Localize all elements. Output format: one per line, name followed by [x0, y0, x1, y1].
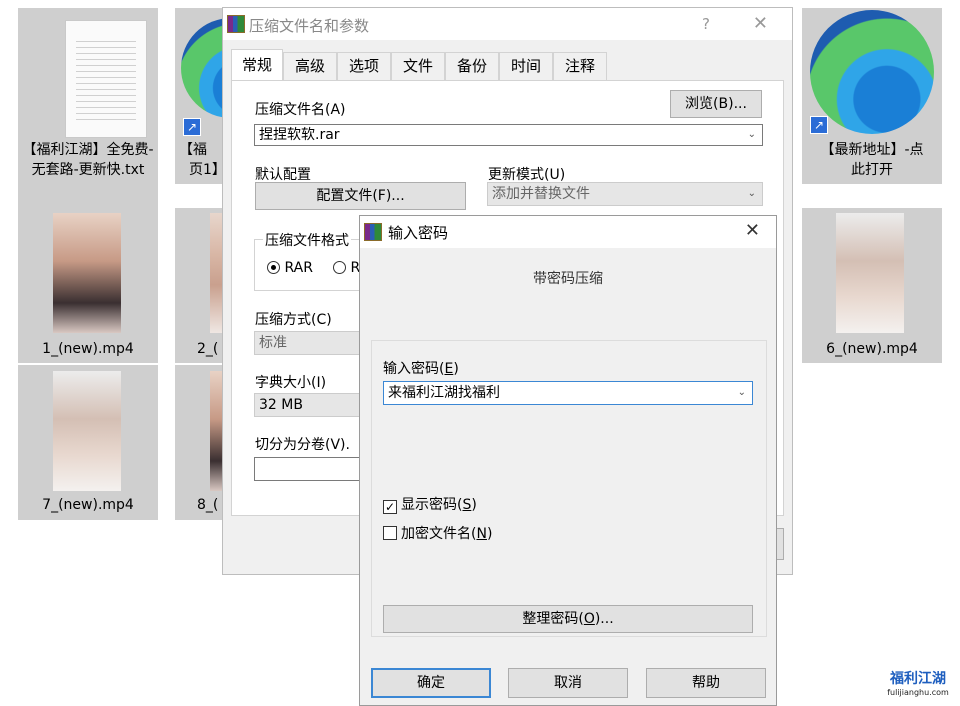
format-rar-radio[interactable]: RAR [267, 260, 313, 276]
format-other-radio[interactable]: R [333, 260, 360, 276]
browse-button[interactable]: 浏览(B)... [670, 90, 762, 118]
tab-files[interactable]: 文件 [391, 52, 445, 80]
tab-time[interactable]: 时间 [499, 52, 553, 80]
desktop-item-video-6[interactable]: 6_(new).mp4 [802, 208, 942, 363]
desktop-item-label: 1_(new).mp4 [42, 341, 134, 357]
dictionary-size-select[interactable]: 32 MB [254, 393, 364, 417]
dialog-subtitle: 带密码压缩 [533, 271, 603, 287]
window-titlebar[interactable]: 压缩文件名和参数 ? ✕ [223, 8, 792, 40]
chevron-down-icon[interactable]: ⌄ [748, 125, 756, 145]
video-thumbnail [53, 371, 121, 491]
password-input[interactable]: 来福利江湖找福利 ⌄ [383, 381, 753, 405]
split-volumes-label: 切分为分卷(V). [255, 437, 350, 453]
dictionary-size-label: 字典大小(I) [255, 375, 327, 391]
archive-name-input[interactable]: 捏捏软软.rar ⌄ [254, 124, 763, 146]
chevron-down-icon: ⌄ [747, 188, 756, 199]
video-thumbnail [53, 213, 121, 333]
password-value: 来福利江湖找福利 [388, 385, 500, 401]
edge-browser-icon [810, 10, 934, 134]
tab-options[interactable]: 选项 [337, 52, 391, 80]
help-button[interactable]: 帮助 [646, 668, 766, 698]
format-rar-label: RAR [284, 260, 313, 276]
desktop-item-label: 【福 [179, 142, 207, 158]
site-watermark-logo: 福利江湖 fulijianghu.com [878, 668, 958, 702]
desktop-item-video-2[interactable]: 2_( [175, 208, 223, 363]
archive-name-label: 压缩文件名(A) [255, 102, 346, 118]
organize-passwords-button[interactable]: 整理密码(O)... [383, 605, 753, 633]
enter-password-label: 输入密码(E) [383, 361, 459, 377]
edge-browser-icon [181, 18, 223, 118]
desktop-item-label: 7_(new).mp4 [42, 497, 134, 513]
cancel-button[interactable]: 取消 [508, 668, 628, 698]
desktop-item-label: 6_(new).mp4 [826, 341, 918, 357]
chevron-down-icon[interactable]: ⌄ [738, 382, 746, 404]
radio-selected-icon [267, 261, 280, 274]
archive-format-label: 压缩文件格式 [263, 230, 351, 250]
tab-comment[interactable]: 注释 [553, 52, 607, 80]
close-icon[interactable]: ✕ [753, 13, 768, 34]
desktop-item-label: 2_( [197, 341, 219, 357]
update-mode-select[interactable]: 添加并替换文件 ⌄ [487, 182, 763, 206]
winrar-icon [364, 223, 382, 241]
watermark-url: fulijianghu.com [887, 688, 949, 697]
desktop-item-label: 【福利江湖】全免费-无套路-更新快.txt [22, 142, 154, 178]
checkbox-checked-icon: ✓ [383, 500, 397, 514]
split-volumes-input[interactable] [254, 457, 364, 481]
help-icon[interactable]: ? [702, 15, 710, 33]
shortcut-arrow-icon: ↗ [183, 118, 201, 136]
tab-advanced[interactable]: 高级 [283, 52, 337, 80]
ok-button[interactable]: 确定 [371, 668, 491, 698]
video-thumbnail [836, 213, 904, 333]
compression-method-value: 标准 [259, 335, 287, 351]
text-file-icon [65, 20, 147, 138]
shortcut-arrow-icon: ↗ [810, 116, 828, 134]
desktop-item-video-1[interactable]: 1_(new).mp4 [18, 208, 158, 363]
window-title: 压缩文件名和参数 [249, 17, 370, 35]
show-password-checkbox[interactable]: ✓ 显示密码(S) [383, 494, 477, 514]
default-profile-label: 默认配置 [255, 167, 311, 183]
checkbox-unchecked-icon [383, 526, 397, 540]
update-mode-value: 添加并替换文件 [492, 186, 590, 202]
desktop-item-label: 页1】 [189, 162, 223, 178]
archive-name-value: 捏捏软软.rar [259, 127, 340, 143]
tab-general[interactable]: 常规 [231, 49, 283, 81]
archive-format-group: 压缩文件格式 RAR R [254, 230, 374, 291]
profiles-button[interactable]: 配置文件(F)... [255, 182, 466, 210]
tab-backup[interactable]: 备份 [445, 52, 499, 80]
password-panel: 输入密码(E) 来福利江湖找福利 ⌄ ✓ 显示密码(S) 加密文件名(N) 整理密… [371, 340, 767, 637]
watermark-title: 福利江湖 [890, 671, 946, 687]
compression-method-select[interactable]: 标准 [254, 331, 364, 355]
winrar-icon [227, 15, 245, 33]
desktop-item-video-8[interactable]: 8_( [175, 365, 223, 520]
radio-unselected-icon [333, 261, 346, 274]
enter-password-dialog: 输入密码 ✕ 带密码压缩 输入密码(E) 来福利江湖找福利 ⌄ ✓ 显示密码(S)… [359, 215, 777, 706]
main-window-button-edge [776, 528, 784, 560]
dictionary-size-value: 32 MB [259, 397, 303, 413]
close-icon[interactable]: ✕ [745, 220, 760, 241]
desktop-item-video-7[interactable]: 7_(new).mp4 [18, 365, 158, 520]
compression-method-label: 压缩方式(C) [255, 312, 332, 328]
dialog-titlebar[interactable]: 输入密码 ✕ [360, 216, 776, 248]
desktop-item-txt[interactable]: 【福利江湖】全免费-无套路-更新快.txt [18, 8, 158, 208]
update-mode-label: 更新模式(U) [488, 167, 566, 183]
desktop-item-label: 【最新地址】-点此打开 [820, 142, 924, 178]
desktop-item-latest-address[interactable]: ↗ 【最新地址】-点此打开 [802, 8, 942, 184]
desktop-item-label: 8_( [197, 497, 219, 513]
desktop-item-shortcut-home[interactable]: ↗ 【福 页1】 [175, 8, 223, 184]
dialog-title: 输入密码 [388, 224, 449, 242]
encrypt-filenames-checkbox[interactable]: 加密文件名(N) [383, 523, 492, 543]
